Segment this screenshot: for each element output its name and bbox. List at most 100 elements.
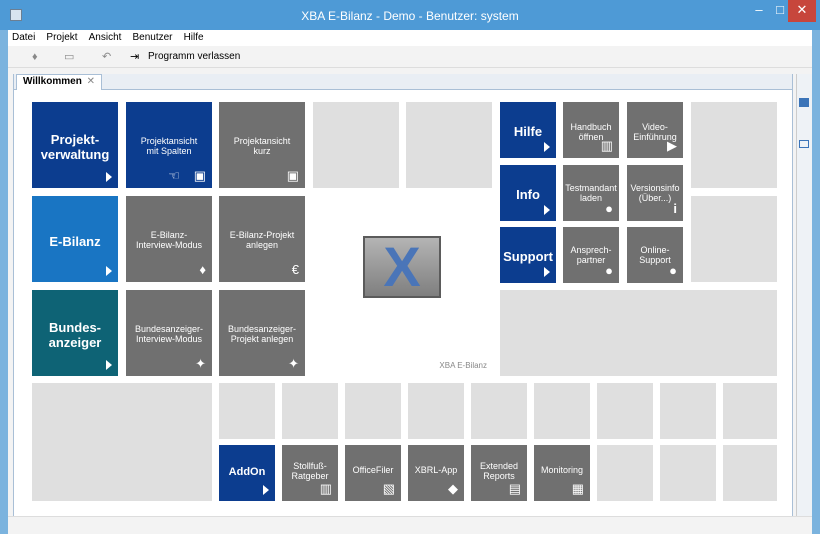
tile-onlinesupport[interactable]: Online- Support ● — [627, 227, 683, 283]
tile-label: Versionsinfo (Über...) — [630, 183, 680, 203]
hand-cursor-icon: ☜ — [168, 168, 180, 183]
xba-logo: X — [363, 236, 441, 298]
menu-ansicht[interactable]: Ansicht — [85, 30, 126, 46]
tile-officefiler[interactable]: OfficeFiler ▧ — [345, 445, 401, 501]
arrow-icon — [544, 142, 550, 152]
menu-benutzer[interactable]: Benutzer — [128, 30, 176, 46]
tile-ba-projekt[interactable]: Bundesanzeiger- Projekt anlegen ✦ — [219, 290, 305, 376]
info-icon: i — [673, 201, 677, 216]
tile-ba-interview[interactable]: Bundesanzeiger- Interview-Modus ✦ — [126, 290, 212, 376]
menu-datei[interactable]: Datei — [8, 30, 39, 46]
tile-empty — [723, 383, 777, 439]
tile-ebilanz[interactable]: E-Bilanz — [32, 196, 118, 282]
tag-icon: ◆ — [448, 481, 458, 496]
video-icon: ▶ — [667, 138, 677, 153]
tile-label: Testmandant laden — [565, 183, 617, 203]
tile-addon[interactable]: AddOn — [219, 445, 275, 501]
support-icon: ● — [669, 263, 677, 278]
status-bar — [8, 516, 812, 534]
save-icon[interactable]: ▭ — [64, 50, 74, 64]
microphone-icon[interactable]: ♦ — [32, 50, 38, 64]
tile-bundesanzeiger[interactable]: Bundes- anzeiger — [32, 290, 118, 376]
title-bar: XBA E-Bilanz - Demo - Benutzer: system –… — [0, 0, 820, 30]
tile-empty — [282, 383, 338, 439]
tile-empty — [471, 383, 527, 439]
tab-willkommen-label: Willkommen — [23, 76, 82, 87]
tile-empty — [32, 383, 212, 501]
tile-empty — [723, 445, 777, 501]
menu-bar: Datei Projekt Ansicht Benutzer Hilfe — [8, 30, 812, 46]
tile-handbuch[interactable]: Handbuch öffnen ▥ — [563, 102, 619, 158]
maximize-button[interactable]: □ — [770, 0, 790, 22]
tile-ebilanz-projekt[interactable]: E-Bilanz-Projekt anlegen € — [219, 196, 305, 282]
tile-empty — [691, 196, 777, 282]
tile-label: Info — [516, 187, 540, 202]
arrow-icon — [106, 172, 112, 182]
chart-icon: ▦ — [571, 481, 584, 496]
tile-projektansicht-spalten[interactable]: Projektansicht mit Spalten ▣ ☜ — [126, 102, 212, 188]
tile-empty — [313, 102, 399, 188]
tile-empty — [408, 383, 464, 439]
tile-stollfuss[interactable]: Stollfuß- Ratgeber ▥ — [282, 445, 338, 501]
tile-label: Extended Reports — [479, 461, 519, 481]
exit-icon[interactable]: ⇥ — [130, 50, 139, 64]
tile-projektverwaltung[interactable]: Projekt- verwaltung — [32, 102, 118, 188]
tile-label: Hilfe — [513, 124, 543, 139]
tile-empty — [691, 102, 777, 188]
tile-hilfe[interactable]: Hilfe — [500, 102, 556, 158]
tile-monitoring[interactable]: Monitoring ▦ — [534, 445, 590, 501]
panel-icon[interactable] — [799, 98, 809, 107]
tile-ebilanz-interview[interactable]: E-Bilanz- Interview-Modus ♦ — [126, 196, 212, 282]
tile-label: Bundes- anzeiger — [48, 320, 102, 350]
menu-projekt[interactable]: Projekt — [42, 30, 81, 46]
tile-empty — [406, 102, 492, 188]
briefcase-icon: ▣ — [193, 168, 206, 183]
tile-empty — [597, 383, 653, 439]
tile-label: AddOn — [228, 466, 266, 478]
side-panel — [796, 74, 812, 516]
tab-bar: Willkommen ✕ — [14, 74, 792, 90]
tile-extended-reports[interactable]: Extended Reports ▤ — [471, 445, 527, 501]
tile-empty — [345, 383, 401, 439]
tile-empty — [660, 445, 716, 501]
tab-close-icon[interactable]: ✕ — [87, 76, 95, 87]
tile-xbrlapp[interactable]: XBRL-App ◆ — [408, 445, 464, 501]
arrow-icon — [106, 266, 112, 276]
tile-label: E-Bilanz- Interview-Modus — [135, 230, 203, 250]
menu-hilfe[interactable]: Hilfe — [180, 30, 208, 46]
tile-label: XBRL-App — [414, 465, 458, 475]
tile-ansprechpartner[interactable]: Ansprech- partner ● — [563, 227, 619, 283]
arrow-icon — [106, 360, 112, 370]
tile-testmandant[interactable]: Testmandant laden ● — [563, 165, 619, 221]
tile-label: Online- Support — [639, 245, 671, 265]
toolbar: ♦ ▭ ↶ ⇥ Programm verlassen — [8, 46, 812, 68]
briefcase-icon: ▣ — [286, 168, 299, 183]
microphone-icon: ♦ — [199, 262, 206, 277]
undo-icon[interactable]: ↶ — [102, 50, 111, 64]
close-button[interactable]: ✕ — [788, 0, 816, 22]
tile-projektansicht-kurz[interactable]: Projektansicht kurz ▣ — [219, 102, 305, 188]
panel-icon-2[interactable] — [799, 140, 809, 148]
logo-caption: XBA E-Bilanz — [439, 361, 487, 370]
minimize-button[interactable]: – — [748, 0, 770, 22]
tab-willkommen[interactable]: Willkommen ✕ — [16, 74, 102, 90]
tile-support[interactable]: Support — [500, 227, 556, 283]
tile-video[interactable]: Video- Einführung ▶ — [627, 102, 683, 158]
tile-label: Bundesanzeiger- Interview-Modus — [134, 324, 204, 344]
tile-versionsinfo[interactable]: Versionsinfo (Über...) i — [627, 165, 683, 221]
tile-empty — [597, 445, 653, 501]
tile-label: Support — [503, 249, 553, 264]
tile-label: Stollfuß- Ratgeber — [291, 461, 329, 481]
tile-empty — [534, 383, 590, 439]
filer-icon: ▧ — [382, 481, 395, 496]
book-s-icon: ▥ — [319, 481, 332, 496]
tile-label: E-Bilanz — [49, 234, 101, 249]
arrow-icon — [544, 205, 550, 215]
tile-label: OfficeFiler — [352, 465, 394, 475]
arrow-icon — [544, 267, 550, 277]
tile-empty — [500, 290, 777, 376]
exit-button[interactable]: Programm verlassen — [148, 50, 240, 64]
tile-label: Projektansicht mit Spalten — [140, 136, 198, 156]
tile-info[interactable]: Info — [500, 165, 556, 221]
tile-label: Monitoring — [540, 465, 584, 475]
